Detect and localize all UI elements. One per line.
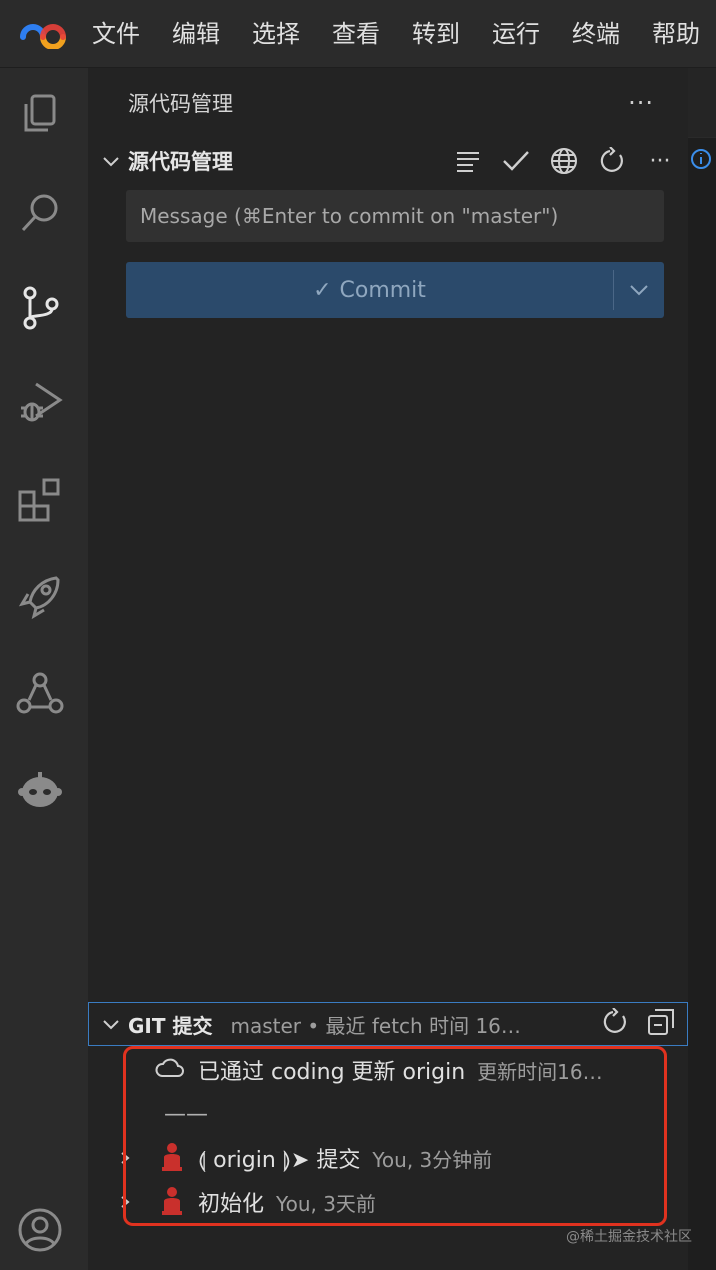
search-icon[interactable] [14, 186, 66, 238]
menu-terminal[interactable]: 终端 [556, 0, 636, 68]
menu-edit[interactable]: 编辑 [156, 0, 236, 68]
commit-subtext: 更新时间16… [477, 1059, 603, 1084]
refresh-icon[interactable] [594, 143, 630, 179]
commit-button-main[interactable]: ✓ Commit [126, 262, 613, 318]
check-icon: ✓ [313, 277, 332, 303]
sidebar: 源代码管理 ··· 源代码管理 ··· ✓ Commit [88, 68, 688, 1270]
scm-actions: ··· [450, 143, 688, 179]
sidebar-header: 源代码管理 ··· [88, 68, 688, 138]
list-item[interactable]: 初始化 You, 3天前 [88, 1180, 688, 1224]
sidebar-title: 源代码管理 [128, 92, 233, 116]
menu-help[interactable]: 帮助 [636, 0, 716, 68]
scm-section-header[interactable]: 源代码管理 ··· [88, 138, 688, 184]
commit-text: 已通过 coding 更新 origin [198, 1060, 466, 1085]
watermark: @稀土掘金技术社区 [566, 1229, 692, 1245]
chevron-down-icon[interactable] [96, 1009, 126, 1039]
info-icon [690, 148, 712, 174]
more-actions-icon[interactable]: ··· [628, 89, 654, 117]
commit-text: ⟬ origin ⟭➤ 提交 [198, 1148, 361, 1173]
mascot-icon[interactable] [14, 764, 66, 816]
list-item[interactable]: 已通过 coding 更新 origin 更新时间16… [88, 1048, 688, 1092]
chevron-right-icon[interactable] [118, 1195, 132, 1209]
menu-go[interactable]: 转到 [396, 0, 476, 68]
git-section-title: GIT 提交 [128, 1013, 213, 1038]
list-item: —— [88, 1092, 688, 1136]
share-icon[interactable] [14, 668, 66, 720]
commit-subtext: You, 3分钟前 [372, 1147, 493, 1172]
account-icon[interactable] [14, 1204, 66, 1256]
view-as-list-icon[interactable] [450, 143, 486, 179]
commit-subtext: You, 3天前 [276, 1191, 376, 1216]
globe-icon[interactable] [546, 143, 582, 179]
source-control-icon[interactable] [14, 282, 66, 334]
git-section-description: master • 最近 fetch 时间 16… [230, 1013, 521, 1038]
chevron-down-icon[interactable] [96, 146, 126, 176]
explorer-icon[interactable] [14, 88, 66, 140]
more-actions-icon[interactable]: ··· [642, 143, 678, 179]
editor-area [688, 68, 716, 1270]
commit-list: 已通过 coding 更新 origin 更新时间16… —— ⟬ origin… [88, 1048, 688, 1224]
commit-button[interactable]: ✓ Commit [126, 262, 664, 318]
commit-dropdown-button[interactable] [614, 262, 664, 318]
git-actions [601, 1007, 687, 1040]
commit-check-icon[interactable] [498, 143, 534, 179]
chevron-right-icon[interactable] [118, 1151, 132, 1165]
menu-file[interactable]: 文件 [88, 0, 156, 68]
menu-selection[interactable]: 选择 [236, 0, 316, 68]
cloud-icon [154, 1057, 184, 1083]
rocket-icon[interactable] [14, 570, 66, 622]
collapse-all-icon[interactable] [647, 1008, 675, 1040]
app-logo-icon [0, 0, 88, 68]
scm-section-title: 源代码管理 [128, 150, 233, 174]
refresh-icon[interactable] [601, 1007, 629, 1040]
author-avatar-icon [160, 1141, 184, 1175]
git-commits-section-header[interactable]: GIT 提交 master • 最近 fetch 时间 16… [88, 1002, 688, 1046]
commit-message-input[interactable] [126, 190, 664, 242]
editor-tab[interactable] [688, 68, 716, 138]
menu-bar: 文件 编辑 选择 查看 转到 运行 终端 帮助 [0, 0, 716, 68]
extensions-icon[interactable] [14, 474, 66, 526]
activity-bar [0, 68, 88, 1270]
list-item[interactable]: ⟬ origin ⟭➤ 提交 You, 3分钟前 [88, 1136, 688, 1180]
commit-text: 初始化 [198, 1192, 265, 1217]
menu-run[interactable]: 运行 [476, 0, 556, 68]
separator-text: —— [164, 1101, 208, 1127]
author-avatar-icon [160, 1185, 184, 1219]
run-debug-icon[interactable] [14, 376, 66, 428]
commit-button-label: Commit [339, 277, 426, 303]
menu-view[interactable]: 查看 [316, 0, 396, 68]
